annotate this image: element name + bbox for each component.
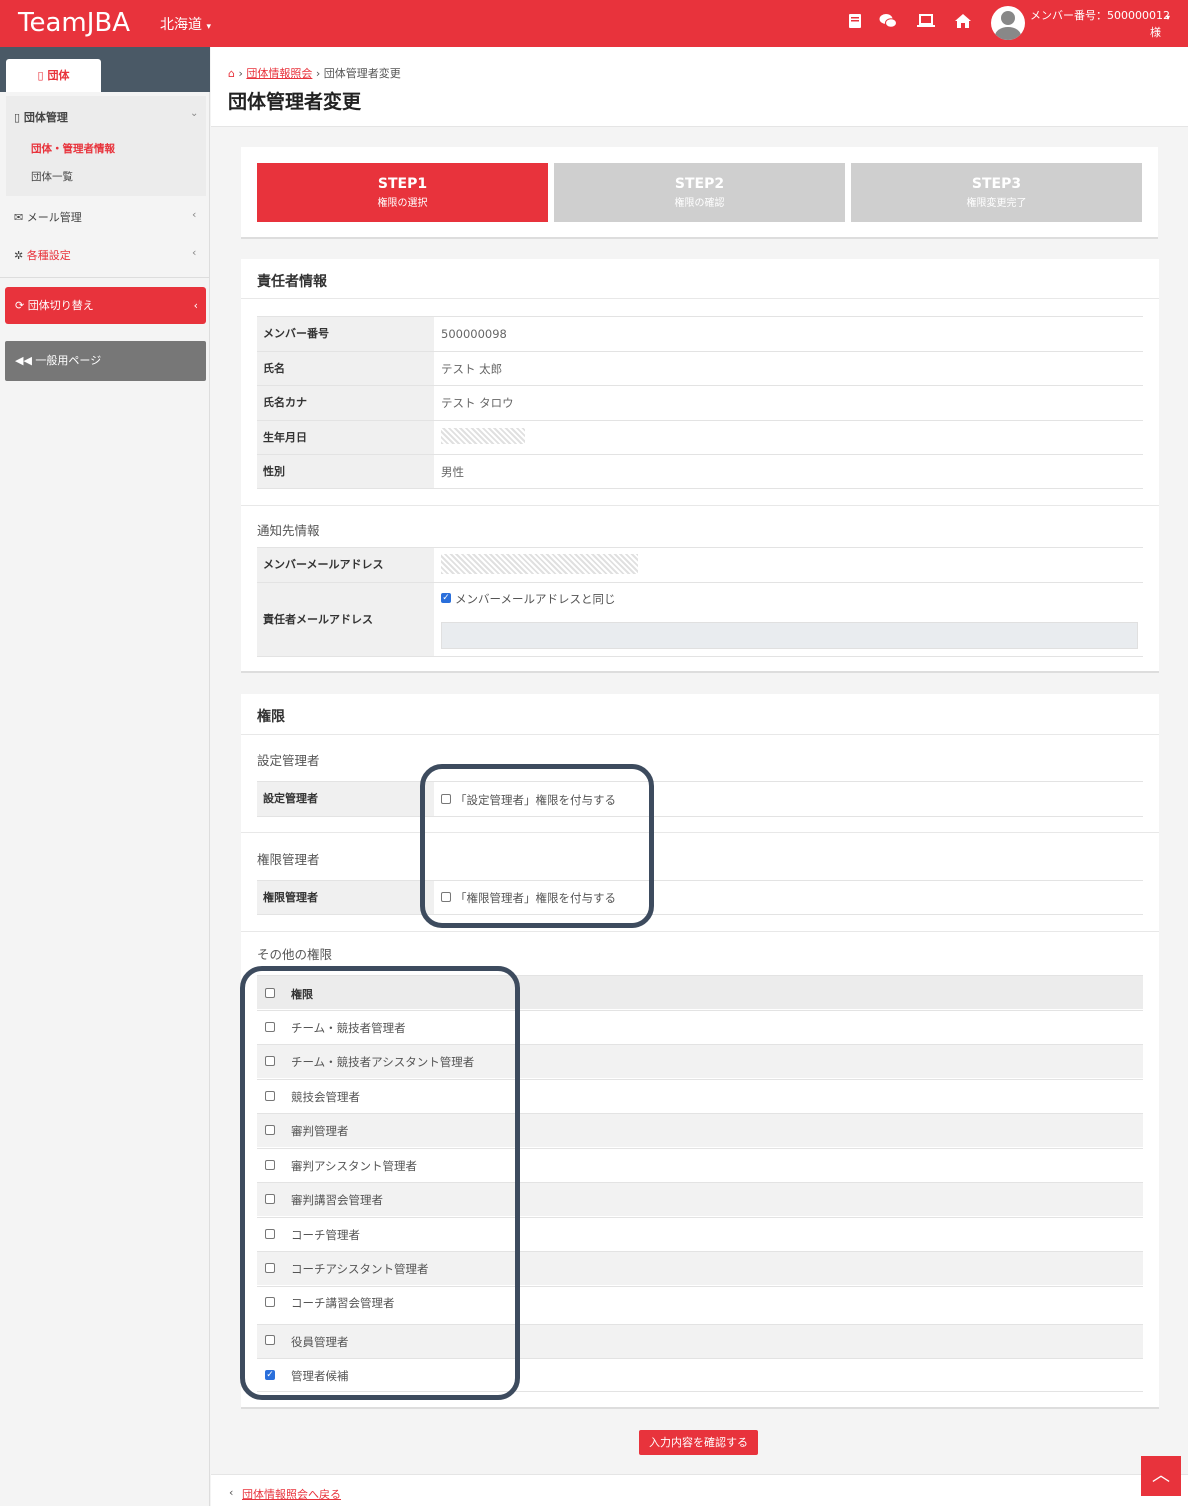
confirm-button[interactable]: 入力内容を確認する xyxy=(639,1430,758,1455)
member-number-label[interactable]: メンバー番号：500000012 xyxy=(1030,8,1170,23)
chevron-down-icon: ⌄ xyxy=(190,108,199,119)
home-icon[interactable]: ⌂ xyxy=(228,67,235,80)
caret-down-icon: ▾ xyxy=(206,22,211,32)
info-label: 設定管理者 xyxy=(257,782,434,816)
chevron-left-icon: ‹ xyxy=(192,208,197,221)
info-label: 性別 xyxy=(257,455,434,488)
birthdate-value-redacted xyxy=(441,428,525,444)
book-icon[interactable] xyxy=(846,13,864,31)
info-label: 権限管理者 xyxy=(257,881,434,914)
same-as-member-label: メンバーメールアドレスと同じ xyxy=(455,592,616,606)
sidebar-item-group-mgmt[interactable]: ▯ 団体管理 xyxy=(14,109,68,125)
sidebar-item-group-info[interactable]: 団体・管理者情報 xyxy=(31,141,115,156)
envelope-icon: ✉ xyxy=(14,211,24,224)
step-subtitle: 権限の確認 xyxy=(674,198,725,209)
sidebar-divider xyxy=(0,277,210,278)
authority-heading: 権限 xyxy=(257,709,285,725)
switch-group-button[interactable]: ⟳ 団体切り替え ‹ xyxy=(5,287,206,324)
chat-icon[interactable] xyxy=(879,13,897,31)
prefecture-dropdown[interactable]: 北海道 ▾ xyxy=(160,14,211,34)
back-link[interactable]: 団体情報照会へ戻る xyxy=(242,1486,341,1502)
chevron-left-icon: ‹ xyxy=(193,299,198,312)
switch-group-label: 団体切り替え xyxy=(27,299,94,312)
step-title: STEP1 xyxy=(377,176,428,192)
step-subtitle: 権限変更完了 xyxy=(966,198,1027,209)
divider xyxy=(241,931,1159,932)
member-number-value: 500000098 xyxy=(441,327,507,341)
step-subtitle: 権限の選択 xyxy=(377,198,428,209)
laptop-icon[interactable] xyxy=(917,13,935,31)
info-label: 氏名 xyxy=(257,352,434,385)
divider xyxy=(241,505,1159,506)
divider xyxy=(241,734,1159,735)
info-label: 生年月日 xyxy=(257,421,434,454)
general-page-label: 一般用ページ xyxy=(35,354,102,367)
name-value: テスト 太郎 xyxy=(441,362,503,376)
tab-group-label: 団体 xyxy=(47,69,70,82)
app-logo[interactable]: TeamJBA xyxy=(18,8,130,38)
prefecture-label: 北海道 xyxy=(160,17,202,33)
breadcrumb: ⌂ › 団体情報照会 › 団体管理者変更 xyxy=(228,67,401,80)
gender-value: 男性 xyxy=(441,465,464,479)
tab-group[interactable]: ▯ 団体 xyxy=(6,59,101,92)
member-email-value-redacted xyxy=(441,554,638,574)
step-title: STEP3 xyxy=(971,176,1022,192)
auth-mgr-heading: 権限管理者 xyxy=(257,852,320,867)
user-caret-icon[interactable]: ▾ xyxy=(1166,13,1170,22)
home-icon[interactable] xyxy=(954,13,972,31)
sidebar xyxy=(0,47,210,1506)
member-suffix: 様 xyxy=(1150,26,1161,39)
general-page-button[interactable]: ◀◀ 一般用ページ xyxy=(5,341,206,381)
scroll-top-button[interactable]: ︿ xyxy=(1141,1456,1181,1496)
info-label: メンバー番号 xyxy=(257,317,434,351)
sidebar-item-label: メール管理 xyxy=(26,211,82,224)
highlight-box xyxy=(420,764,654,928)
notify-heading: 通知先情報 xyxy=(257,523,320,538)
step-title: STEP2 xyxy=(674,176,725,192)
sidebar-item-label: 各種設定 xyxy=(26,249,71,262)
avatar-icon[interactable] xyxy=(991,6,1025,40)
chevron-up-icon: ︿ xyxy=(1152,1465,1170,1486)
info-label: 氏名カナ xyxy=(257,386,434,420)
page-title: 団体管理者変更 xyxy=(228,91,362,113)
breadcrumb-current: 団体管理者変更 xyxy=(323,67,401,80)
info-label: メンバーメールアドレス xyxy=(257,548,434,582)
building-icon: ▯ xyxy=(37,69,44,82)
gear-icon: ✲ xyxy=(14,249,24,262)
step-1: STEP1 権限の選択 xyxy=(257,163,548,222)
refresh-icon: ⟳ xyxy=(15,299,25,312)
sidebar-item-group-list[interactable]: 団体一覧 xyxy=(31,169,73,184)
sidebar-item-settings[interactable]: ✲ 各種設定 xyxy=(14,247,71,263)
name-kana-value: テスト タロウ xyxy=(441,396,514,410)
other-auth-heading: その他の権限 xyxy=(257,947,333,962)
breadcrumb-parent-link[interactable]: 団体情報照会 xyxy=(246,67,312,80)
highlight-box xyxy=(240,966,520,1400)
info-label: 責任者メールアドレス xyxy=(257,583,434,656)
divider xyxy=(241,832,1159,833)
step-3: STEP3 権限変更完了 xyxy=(851,163,1142,222)
step-2: STEP2 権限の確認 xyxy=(554,163,845,222)
divider xyxy=(241,298,1159,299)
sidebar-item-label: 団体管理 xyxy=(23,111,68,124)
chevron-left-icon: ‹ xyxy=(192,246,197,259)
responsible-heading: 責任者情報 xyxy=(257,274,327,290)
sidebar-item-mail-mgmt[interactable]: ✉ メール管理 xyxy=(14,209,82,225)
responsible-email-input[interactable] xyxy=(441,622,1138,649)
setting-mgr-heading: 設定管理者 xyxy=(257,753,320,768)
page-footer xyxy=(211,1474,1188,1506)
building-icon: ▯ xyxy=(14,111,21,124)
same-as-member-checkbox[interactable]: ✓ xyxy=(441,593,451,603)
chevron-left-icon: ‹ xyxy=(229,1486,234,1499)
backward-icon: ◀◀ xyxy=(15,354,32,367)
